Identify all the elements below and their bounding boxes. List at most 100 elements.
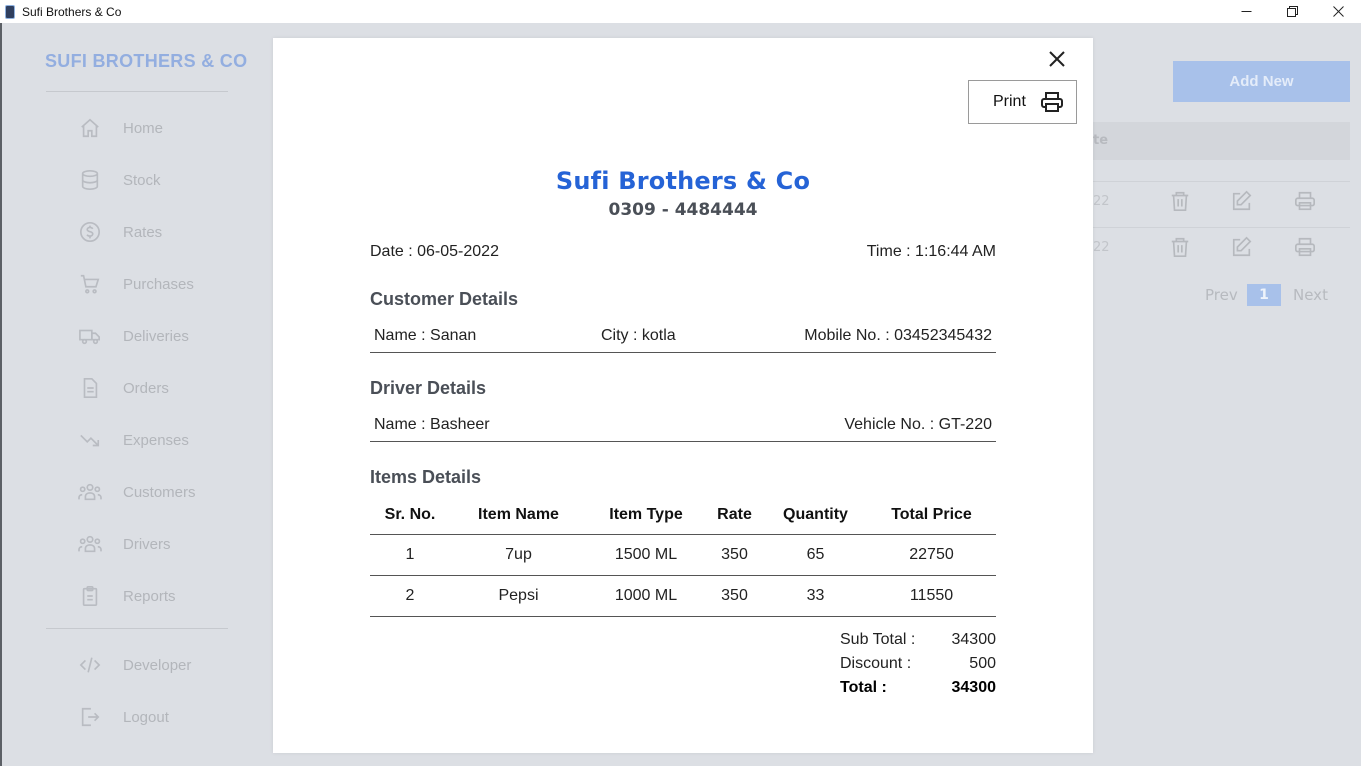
edit-icon[interactable] <box>1231 190 1255 214</box>
window-titlebar: Sufi Brothers & Co <box>0 0 1361 23</box>
close-window-button[interactable] <box>1315 0 1361 23</box>
sidebar-divider <box>46 91 228 92</box>
column-header: Sr. No. <box>370 496 450 535</box>
items-details-title: Items Details <box>370 467 482 487</box>
cell-sr-no: 2 <box>370 575 450 617</box>
sub-total-row: Sub Total : 34300 <box>840 631 996 653</box>
sidebar-item-developer[interactable]: Developer <box>78 652 191 678</box>
driver-details-title: Driver Details <box>370 378 487 398</box>
truck-icon <box>78 324 102 348</box>
edit-icon[interactable] <box>1231 236 1255 260</box>
column-header: Quantity <box>764 496 867 535</box>
driver-details-row: Name : Basheer Vehicle No. : GT-220 <box>370 408 996 442</box>
sidebar-item-orders[interactable]: Orders <box>78 375 169 401</box>
sidebar-divider <box>46 628 228 629</box>
home-icon <box>78 116 102 140</box>
invoice-modal: Print Sufi Brothers & Co 0309 - 4484444 … <box>273 38 1093 753</box>
users-icon <box>78 532 102 556</box>
restore-button[interactable] <box>1269 0 1315 23</box>
sidebar-item-label: Logout <box>123 708 169 726</box>
table-row: 22 <box>1093 227 1350 269</box>
sidebar-item-label: Home <box>123 119 164 137</box>
invoice-date: Date : 06-05-2022 <box>370 243 499 260</box>
close-window-icon <box>1332 6 1344 17</box>
cell-item-name: Pepsi <box>450 575 587 617</box>
print-button-label: Print <box>993 93 1026 110</box>
cell-rate: 350 <box>705 534 764 576</box>
sidebar-item-label: Developer <box>123 656 192 674</box>
sidebar-item-label: Customers <box>123 483 196 501</box>
table-row: 22 <box>1093 181 1350 223</box>
sidebar-item-label: Rates <box>123 223 163 241</box>
sidebar-item-customers[interactable]: Customers <box>78 479 196 505</box>
company-name: Sufi Brothers & Co <box>555 167 811 195</box>
grand-total-value: 34300 <box>951 679 997 696</box>
column-header: Item Name <box>450 496 587 535</box>
restore-icon <box>1286 6 1298 17</box>
sidebar-item-logout[interactable]: Logout <box>78 704 169 730</box>
invoice-time: Time : 1:16:44 AM <box>866 243 996 260</box>
items-table: Sr. No. Item Name Item Type Rate Quantit… <box>370 496 996 617</box>
cart-icon <box>78 272 102 296</box>
dollar-circle-icon <box>78 220 102 244</box>
cell-item-type: 1500 ML <box>587 534 705 576</box>
sidebar-item-purchases[interactable]: Purchases <box>78 271 194 297</box>
table-header: te <box>1093 122 1350 160</box>
minimize-button[interactable] <box>1223 0 1269 23</box>
column-header: Item Type <box>587 496 705 535</box>
sub-total-value: 34300 <box>951 631 997 648</box>
pagination-current-page[interactable]: 1 <box>1247 284 1281 306</box>
printer-icon[interactable] <box>1293 236 1317 260</box>
sidebar-item-reports[interactable]: Reports <box>78 583 176 609</box>
database-icon <box>78 168 102 192</box>
window-title: Sufi Brothers & Co <box>22 4 122 19</box>
cell-total-price: 22750 <box>867 534 996 576</box>
cell-rate: 350 <box>705 575 764 617</box>
sidebar-item-label: Drivers <box>123 535 171 553</box>
sidebar-item-label: Purchases <box>123 275 194 293</box>
cell-sr-no: 1 <box>370 534 450 576</box>
table-header-fragment: te <box>1093 133 1109 148</box>
printer-icon <box>1040 90 1064 114</box>
document-icon <box>78 376 102 400</box>
sidebar: SUFI BROTHERS & CO Home Stock Rates Purc… <box>0 23 273 766</box>
print-button[interactable]: Print <box>968 80 1077 124</box>
close-icon <box>1049 51 1065 67</box>
cell-total-price: 11550 <box>867 575 996 617</box>
customer-details-row: Name : Sanan City : kotla Mobile No. : 0… <box>370 319 996 353</box>
trash-icon[interactable] <box>1169 190 1193 214</box>
sidebar-item-label: Stock <box>123 171 161 189</box>
grand-total-row: Total : 34300 <box>840 679 996 701</box>
trash-icon[interactable] <box>1169 236 1193 260</box>
trend-down-icon <box>78 428 102 452</box>
column-header: Total Price <box>867 496 996 535</box>
customer-name: Name : Sanan <box>374 327 477 344</box>
customer-mobile: Mobile No. : 03452345432 <box>804 327 992 344</box>
code-icon <box>78 653 102 677</box>
sidebar-item-drivers[interactable]: Drivers <box>78 531 171 557</box>
clipboard-icon <box>78 584 102 608</box>
items-table-header: Sr. No. Item Name Item Type Rate Quantit… <box>370 496 996 535</box>
cell-item-name: 7up <box>450 534 587 576</box>
cell-quantity: 65 <box>764 534 867 576</box>
pagination-prev[interactable]: Prev <box>1205 284 1238 306</box>
window-controls <box>1223 0 1361 23</box>
sidebar-item-rates[interactable]: Rates <box>78 219 162 245</box>
sidebar-item-deliveries[interactable]: Deliveries <box>78 323 189 349</box>
pagination-next[interactable]: Next <box>1293 284 1328 306</box>
close-modal-button[interactable] <box>1045 47 1069 71</box>
row-date-fragment: 22 <box>1093 194 1110 209</box>
sidebar-item-label: Expenses <box>123 431 189 449</box>
sidebar-item-expenses[interactable]: Expenses <box>78 427 189 453</box>
printer-icon[interactable] <box>1293 190 1317 214</box>
add-new-button[interactable]: Add New <box>1173 61 1350 102</box>
users-icon <box>78 480 102 504</box>
logout-icon <box>78 705 102 729</box>
cell-item-type: 1000 ML <box>587 575 705 617</box>
company-phone: 0309 - 4484444 <box>608 200 758 220</box>
sidebar-item-label: Orders <box>123 379 169 397</box>
sidebar-item-home[interactable]: Home <box>78 115 163 141</box>
driver-name: Name : Basheer <box>374 416 490 433</box>
sidebar-item-stock[interactable]: Stock <box>78 167 161 193</box>
table-row: 2 Pepsi 1000 ML 350 33 11550 <box>370 575 996 617</box>
